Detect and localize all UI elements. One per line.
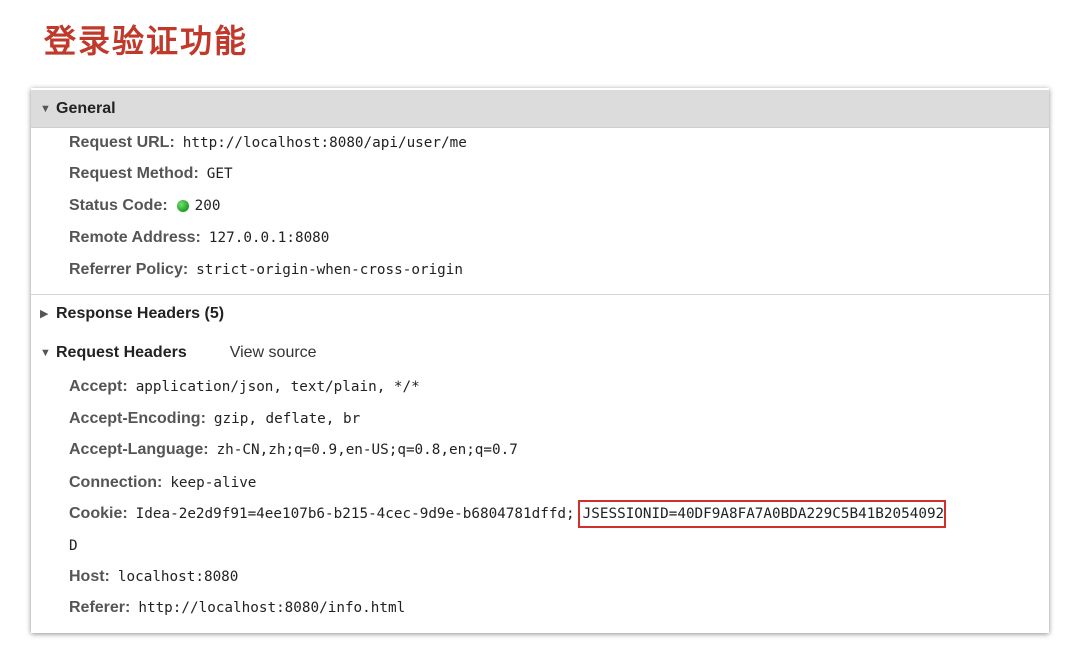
row-key: Status Code:: [69, 197, 168, 214]
row-key: Request Method:: [69, 165, 199, 182]
row-value: http://localhost:8080/api/user/me: [182, 135, 467, 151]
row-value: zh-CN,zh;q=0.9,en-US;q=0.8,en;q=0.7: [216, 442, 518, 458]
row-value: GET: [206, 166, 233, 182]
row-key: Accept:: [69, 378, 128, 395]
row-value: 200: [194, 198, 221, 214]
row-key: Cookie:: [69, 505, 128, 522]
green-dot-icon: [176, 200, 189, 212]
row-key: Accept-Language:: [69, 441, 209, 458]
request-row-accept-language: Accept-Language: zh-CN,zh;q=0.9,en-US;q=…: [69, 436, 1049, 464]
row-value: localhost:8080: [117, 569, 239, 585]
row-value: keep-alive: [170, 475, 257, 491]
row-key: Referrer Policy:: [69, 261, 189, 278]
general-row-request-method: Request Method: GET: [69, 160, 1049, 188]
request-row-referer: Referer: http://localhost:8080/info.html: [69, 594, 1049, 622]
request-row-accept: Accept: application/json, text/plain, */…: [69, 373, 1049, 401]
row-value: strict-origin-when-cross-origin: [196, 262, 464, 278]
row-value: http://localhost:8080/info.html: [138, 600, 406, 616]
general-row-referrer-policy: Referrer Policy: strict-origin-when-cros…: [69, 256, 1049, 284]
general-label: General: [56, 99, 116, 117]
triangle-right-icon: ▶: [40, 308, 49, 320]
triangle-down-icon: ▼: [40, 346, 51, 359]
row-key: Connection:: [69, 474, 163, 491]
row-key: Referer:: [69, 599, 131, 616]
page-title: 登录验证功能: [44, 22, 249, 60]
request-row-cookie: Cookie: Idea-2e2d9f91=4ee107b6-b215-4cec…: [69, 500, 1049, 528]
general-row-remote-address: Remote Address: 127.0.0.1:8080: [69, 224, 1049, 252]
general-row-request-url: Request URL: http://localhost:8080/api/u…: [69, 129, 1049, 157]
row-value: Idea-2e2d9f91=4ee107b6-b215-4cec-9d9e-b6…: [135, 506, 575, 522]
response-headers-label: Response Headers (5): [56, 304, 225, 322]
devtools-headers-panel: ▼ General Request URL: http://localhost:…: [31, 88, 1049, 633]
triangle-down-icon: ▼: [40, 102, 51, 115]
general-section-header[interactable]: ▼ General: [31, 90, 1049, 128]
cookie-wrap-line: D: [69, 538, 78, 554]
general-row-status-code: Status Code: 200: [69, 192, 1049, 220]
request-row-connection: Connection: keep-alive: [69, 469, 1049, 497]
request-headers-header[interactable]: ▼ Request Headers View source: [31, 334, 1049, 371]
row-key: Host:: [69, 568, 110, 585]
row-key: Accept-Encoding:: [69, 410, 206, 427]
row-value: 127.0.0.1:8080: [208, 230, 330, 246]
row-key: Request URL:: [69, 134, 175, 151]
row-key: Remote Address:: [69, 229, 201, 246]
row-value: gzip, deflate, br: [213, 411, 361, 427]
view-source-link[interactable]: View source: [230, 344, 317, 362]
request-row-host: Host: localhost:8080: [69, 563, 1049, 591]
request-row-accept-encoding: Accept-Encoding: gzip, deflate, br: [69, 405, 1049, 433]
row-value: application/json, text/plain, */*: [135, 379, 420, 395]
jsessionid-highlight: JSESSIONID=40DF9A8FA7A0BDA229C5B41B20540…: [577, 500, 947, 528]
request-headers-label: Request Headers: [56, 343, 187, 361]
response-headers-header[interactable]: ▶ Response Headers (5): [31, 295, 1049, 332]
